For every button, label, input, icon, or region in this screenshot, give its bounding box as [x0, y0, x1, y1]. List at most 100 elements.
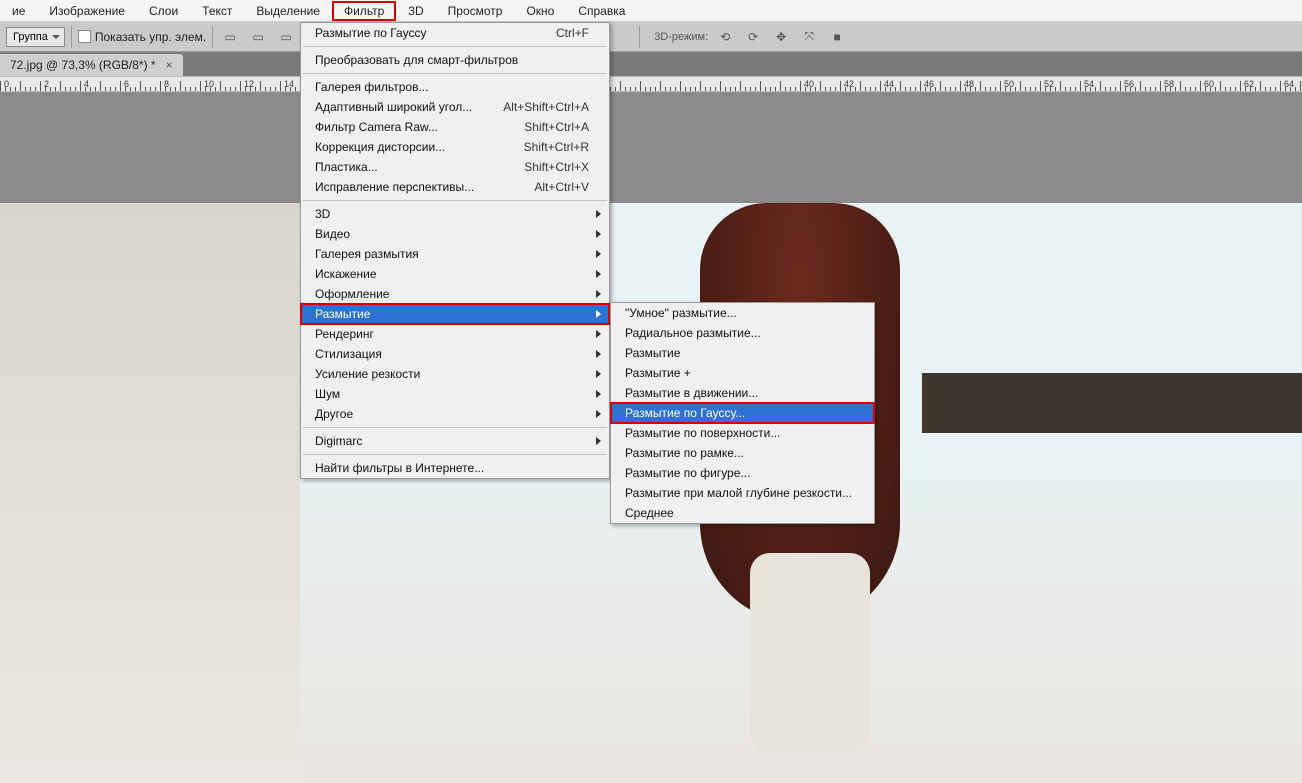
- menu-select[interactable]: Выделение: [244, 1, 332, 21]
- menu-item[interactable]: Галерея размытия: [301, 244, 609, 264]
- photo-window: [922, 373, 1302, 433]
- menu-item[interactable]: Усиление резкости: [301, 364, 609, 384]
- submenu-item-label: Размытие при малой глубине резкости...: [625, 486, 852, 500]
- menu-3d[interactable]: 3D: [396, 1, 435, 21]
- menubar: ие Изображение Слои Текст Выделение Филь…: [0, 0, 1302, 22]
- menu-text[interactable]: Текст: [190, 1, 244, 21]
- horizontal-ruler: 024681012141640424446485052545658606264: [0, 76, 1302, 92]
- menu-item[interactable]: Размытие: [301, 304, 609, 324]
- submenu-item[interactable]: Размытие +: [611, 363, 874, 383]
- ruler-label: 12: [244, 79, 254, 89]
- menu-item-label: Коррекция дисторсии...: [315, 140, 445, 154]
- menu-item-label: Галерея размытия: [315, 247, 419, 261]
- menu-item[interactable]: Видео: [301, 224, 609, 244]
- submenu-item[interactable]: Размытие по рамке...: [611, 443, 874, 463]
- menu-item[interactable]: Шум: [301, 384, 609, 404]
- blur-submenu: "Умное" размытие... Радиальное размытие..…: [610, 302, 875, 524]
- menu-item-shortcut: Shift+Ctrl+A: [494, 120, 589, 134]
- document-tab-row: 72.jpg @ 73,3% (RGB/8*) * ×: [0, 52, 1302, 76]
- menu-edit-partial[interactable]: ие: [0, 1, 37, 21]
- menu-item[interactable]: Искажение: [301, 264, 609, 284]
- submenu-item-label: Размытие по поверхности...: [625, 426, 780, 440]
- show-controls-checkbox[interactable]: Показать упр. элем.: [78, 30, 206, 44]
- menu-item-label: Оформление: [315, 287, 389, 301]
- menu-item[interactable]: Оформление: [301, 284, 609, 304]
- submenu-item[interactable]: Размытие по поверхности...: [611, 423, 874, 443]
- menu-item[interactable]: Найти фильтры в Интернете...: [301, 458, 609, 478]
- menu-item[interactable]: Стилизация: [301, 344, 609, 364]
- orbit-icon[interactable]: ⟲: [714, 26, 736, 48]
- ruler-label: 44: [884, 79, 894, 89]
- submenu-item-label: Размытие +: [625, 366, 691, 380]
- menu-item-label: Видео: [315, 227, 350, 241]
- menu-item-label: Размытие: [315, 307, 370, 321]
- slide-icon[interactable]: ⤧: [798, 26, 820, 48]
- menu-item-label: Другое: [315, 407, 353, 421]
- ruler-label: 4: [84, 79, 89, 89]
- submenu-item[interactable]: Среднее: [611, 503, 874, 523]
- menu-view[interactable]: Просмотр: [436, 1, 515, 21]
- align-icon-2[interactable]: ▭: [247, 26, 269, 48]
- submenu-item-label: Среднее: [625, 506, 674, 520]
- submenu-item[interactable]: "Умное" размытие...: [611, 303, 874, 323]
- submenu-item-label: Размытие: [625, 346, 680, 360]
- pan-icon[interactable]: ✥: [770, 26, 792, 48]
- submenu-item[interactable]: Размытие по Гауссу...: [611, 403, 874, 423]
- menu-help[interactable]: Справка: [566, 1, 637, 21]
- menu-item[interactable]: Рендеринг: [301, 324, 609, 344]
- menu-layers[interactable]: Слои: [137, 1, 190, 21]
- separator: [212, 26, 213, 48]
- menu-filter[interactable]: Фильтр: [332, 1, 396, 21]
- menu-item[interactable]: Галерея фильтров...: [301, 77, 609, 97]
- menu-item-label: 3D: [315, 207, 330, 221]
- menu-item[interactable]: 3D: [301, 204, 609, 224]
- menu-item[interactable]: Коррекция дисторсии...Shift+Ctrl+R: [301, 137, 609, 157]
- menu-item-label: Пластика...: [315, 160, 378, 174]
- menu-separator: [303, 454, 607, 455]
- ruler-label: 56: [1124, 79, 1134, 89]
- group-dropdown[interactable]: Группа: [6, 27, 65, 47]
- submenu-item[interactable]: Размытие в движении...: [611, 383, 874, 403]
- menu-image[interactable]: Изображение: [37, 1, 137, 21]
- menu-item-label: Фильтр Camera Raw...: [315, 120, 438, 134]
- menu-item-label: Преобразовать для смарт-фильтров: [315, 53, 518, 67]
- menu-item-shortcut: Alt+Ctrl+V: [504, 180, 589, 194]
- menu-window[interactable]: Окно: [514, 1, 566, 21]
- submenu-item-label: Размытие по Гауссу...: [625, 406, 745, 420]
- submenu-item[interactable]: Размытие при малой глубине резкости...: [611, 483, 874, 503]
- menu-item-label: Шум: [315, 387, 340, 401]
- submenu-item-label: "Умное" размытие...: [625, 306, 737, 320]
- menu-item[interactable]: Преобразовать для смарт-фильтров: [301, 50, 609, 70]
- menu-item[interactable]: Пластика... Shift+Ctrl+X: [301, 157, 609, 177]
- menu-item-shortcut: Shift+Ctrl+X: [494, 160, 589, 174]
- ruler-label: 62: [1244, 79, 1254, 89]
- align-icon-1[interactable]: ▭: [219, 26, 241, 48]
- ruler-label: 48: [964, 79, 974, 89]
- ruler-label: 0: [4, 79, 9, 89]
- ruler-label: 54: [1084, 79, 1094, 89]
- mode3d-label: 3D-режим:: [654, 31, 708, 43]
- submenu-item[interactable]: Радиальное размытие...: [611, 323, 874, 343]
- ruler-label: 8: [164, 79, 169, 89]
- filter-menu: Размытие по ГауссуCtrl+F Преобразовать дл…: [300, 22, 610, 479]
- ruler-label: 52: [1044, 79, 1054, 89]
- menu-separator: [303, 200, 607, 201]
- submenu-item[interactable]: Размытие по фигуре...: [611, 463, 874, 483]
- menu-item-label: Стилизация: [315, 347, 382, 361]
- roll-icon[interactable]: ⟳: [742, 26, 764, 48]
- menu-item[interactable]: Digimarc: [301, 431, 609, 451]
- submenu-item[interactable]: Размытие: [611, 343, 874, 363]
- menu-item[interactable]: Исправление перспективы... Alt+Ctrl+V: [301, 177, 609, 197]
- menu-item-label: Усиление резкости: [315, 367, 420, 381]
- document-tab[interactable]: 72.jpg @ 73,3% (RGB/8*) * ×: [0, 54, 183, 76]
- menu-item[interactable]: Адаптивный широкий угол...Alt+Shift+Ctrl…: [301, 97, 609, 117]
- menu-item-label: Исправление перспективы...: [315, 180, 474, 194]
- ruler-label: 46: [924, 79, 934, 89]
- menu-item[interactable]: Размытие по ГауссуCtrl+F: [301, 23, 609, 43]
- menu-item[interactable]: Другое: [301, 404, 609, 424]
- scale-icon[interactable]: ■: [826, 26, 848, 48]
- close-icon[interactable]: ×: [166, 58, 173, 72]
- menu-item[interactable]: Фильтр Camera Raw... Shift+Ctrl+A: [301, 117, 609, 137]
- menu-item-label: Размытие по Гауссу: [315, 26, 426, 40]
- align-icon-3[interactable]: ▭: [275, 26, 297, 48]
